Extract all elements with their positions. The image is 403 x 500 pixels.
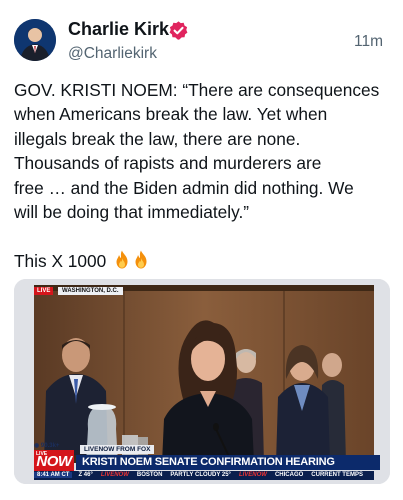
headline-banner: KRISTI NOEM SENATE CONFIRMATION HEARING (76, 455, 380, 470)
post-text-line: when Americans break the law. Yet when (14, 104, 328, 125)
view-count-value: 90.3k+ (40, 443, 60, 449)
verified-badge-icon (169, 21, 188, 40)
post-text-line: GOV. KRISTI NOEM: “There are consequence… (14, 80, 380, 100)
livenow-logo: LIVE NOW (34, 450, 74, 471)
fire-icon (135, 250, 147, 269)
post-text-line: will be doing that immediately.” (14, 202, 250, 223)
post-text-line: Thousands of rapists and murderers are (14, 153, 322, 174)
live-badge: LIVE (34, 287, 54, 295)
fire-icon (116, 250, 128, 269)
ticker-item: CURRENT TEMPS (311, 472, 363, 478)
post-text-line: free … and the Biden admin did nothing. … (14, 177, 354, 198)
post-card: Charlie Kirk @Charliekirk 11m GOV. KRIST… (0, 0, 403, 500)
view-count: ◉ 90.3k+ (34, 443, 60, 449)
author-name[interactable]: Charlie Kirk (68, 19, 169, 40)
livenow-from-label: LIVENOW FROM FOX (80, 445, 155, 454)
location-label: WASHINGTON, D.C. (58, 287, 123, 295)
video-thumbnail[interactable]: LIVE WASHINGTON, D.C. ◉ 90.3k+ LIVENOW F… (14, 279, 390, 484)
post-text-line: illegals break the law, there are none. (14, 128, 301, 149)
avatar[interactable] (14, 19, 56, 61)
ticker-item: LIVENOW (238, 472, 267, 478)
ticker-item: PARTLY CLOUDY 25° (170, 472, 231, 478)
livenow-logo-now: NOW (36, 453, 72, 470)
reaction-text: This X 1000 (14, 250, 107, 271)
ticker-item: BOSTON (136, 472, 163, 478)
ticker-item: Z 46° (78, 472, 93, 478)
author-handle[interactable]: @Charliekirk (68, 45, 157, 63)
news-ticker: 8:41 AM CT Z 46° LIVENOW BOSTON PARTLY CLOUD… (34, 471, 374, 480)
post-text: GOV. KRISTI NOEM: “There are consequence… (14, 78, 392, 273)
ticker-time: 8:41 AM CT (34, 472, 73, 478)
ticker-item: LIVENOW (100, 472, 129, 478)
ticker-item: CHICAGO (274, 472, 304, 478)
reaction-line: This X 1000 (14, 249, 392, 273)
post-timestamp[interactable]: 11m (354, 33, 383, 51)
